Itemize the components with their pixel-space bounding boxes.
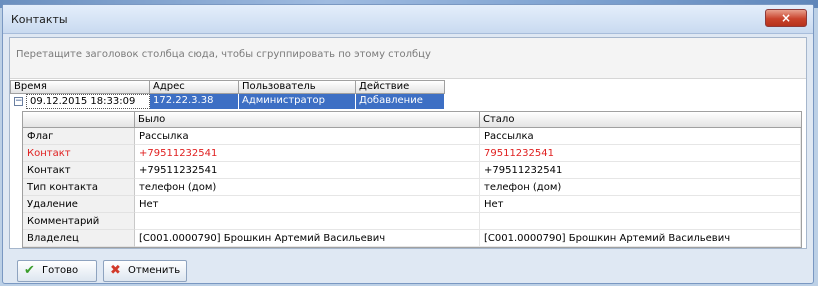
column-header-address[interactable]: Адрес bbox=[150, 80, 239, 94]
detail-row-label-changed: Контакт bbox=[23, 145, 135, 162]
history-grid: Перетащите заголовок столбца сюда, чтобы… bbox=[9, 37, 807, 249]
detail-cell-after[interactable]: [C001.0000790] Брошкин Артемий Васильеви… bbox=[480, 230, 801, 247]
detail-row-label: Владелец bbox=[23, 230, 135, 247]
detail-cell-after[interactable]: +79511232541 bbox=[480, 162, 801, 179]
title-bar: Контакты × bbox=[3, 5, 813, 34]
ok-button-label: Готово bbox=[42, 265, 79, 276]
detail-cell-before[interactable]: телефон (дом) bbox=[135, 179, 480, 196]
detail-cell-after[interactable]: телефон (дом) bbox=[480, 179, 801, 196]
detail-grid: Было Стало Флаг Рассылка Рассылка Контак… bbox=[22, 111, 802, 248]
detail-cell-after[interactable]: Рассылка bbox=[480, 128, 801, 145]
detail-row-label: Флаг bbox=[23, 128, 135, 145]
detail-cell-after[interactable]: Нет bbox=[480, 196, 801, 213]
detail-row-label: Удаление bbox=[23, 196, 135, 213]
detail-row-label: Комментарий bbox=[23, 213, 135, 230]
detail-cell-before[interactable] bbox=[135, 213, 480, 230]
column-header-time[interactable]: Время bbox=[10, 80, 150, 94]
detail-header-field bbox=[23, 112, 135, 128]
detail-cell-after[interactable] bbox=[480, 213, 801, 230]
group-by-hint: Перетащите заголовок столбца сюда, чтобы… bbox=[16, 49, 431, 60]
detail-cell-before[interactable]: Нет bbox=[135, 196, 480, 213]
close-button[interactable]: × bbox=[765, 9, 807, 27]
cell-action[interactable]: Добавление bbox=[356, 94, 445, 109]
detail-row-label: Тип контакта bbox=[23, 179, 135, 196]
collapse-row-icon[interactable]: − bbox=[14, 97, 23, 106]
cancel-button[interactable]: ✖ Отменить bbox=[103, 260, 187, 282]
column-header-action[interactable]: Действие bbox=[356, 80, 445, 94]
detail-cell-before-changed[interactable]: +79511232541 bbox=[135, 145, 480, 162]
detail-cell-before[interactable]: [C001.0000790] Брошкин Артемий Васильеви… bbox=[135, 230, 480, 247]
detail-header-before[interactable]: Было bbox=[135, 112, 480, 128]
detail-cell-after-changed[interactable]: 79511232541 bbox=[480, 145, 801, 162]
window-title: Контакты bbox=[11, 13, 68, 26]
check-icon: ✔ bbox=[24, 263, 35, 278]
cross-icon: ✖ bbox=[110, 263, 121, 278]
close-icon: × bbox=[780, 11, 792, 25]
detail-cell-before[interactable]: Рассылка bbox=[135, 128, 480, 145]
cell-time[interactable]: 09.12.2015 18:33:09 bbox=[26, 94, 150, 109]
cancel-button-label: Отменить bbox=[128, 265, 181, 276]
column-header-user[interactable]: Пользователь bbox=[239, 80, 356, 94]
ok-button[interactable]: ✔ Готово bbox=[17, 260, 97, 282]
contacts-dialog: Контакты × Перетащите заголовок столбца … bbox=[2, 4, 814, 284]
detail-cell-before[interactable]: +79511232541 bbox=[135, 162, 480, 179]
cell-user[interactable]: Администратор bbox=[239, 94, 356, 109]
detail-header-after[interactable]: Стало bbox=[480, 112, 801, 128]
group-by-panel[interactable]: Перетащите заголовок столбца сюда, чтобы… bbox=[10, 38, 806, 79]
detail-row-label: Контакт bbox=[23, 162, 135, 179]
cell-address[interactable]: 172.22.3.38 bbox=[150, 94, 239, 109]
